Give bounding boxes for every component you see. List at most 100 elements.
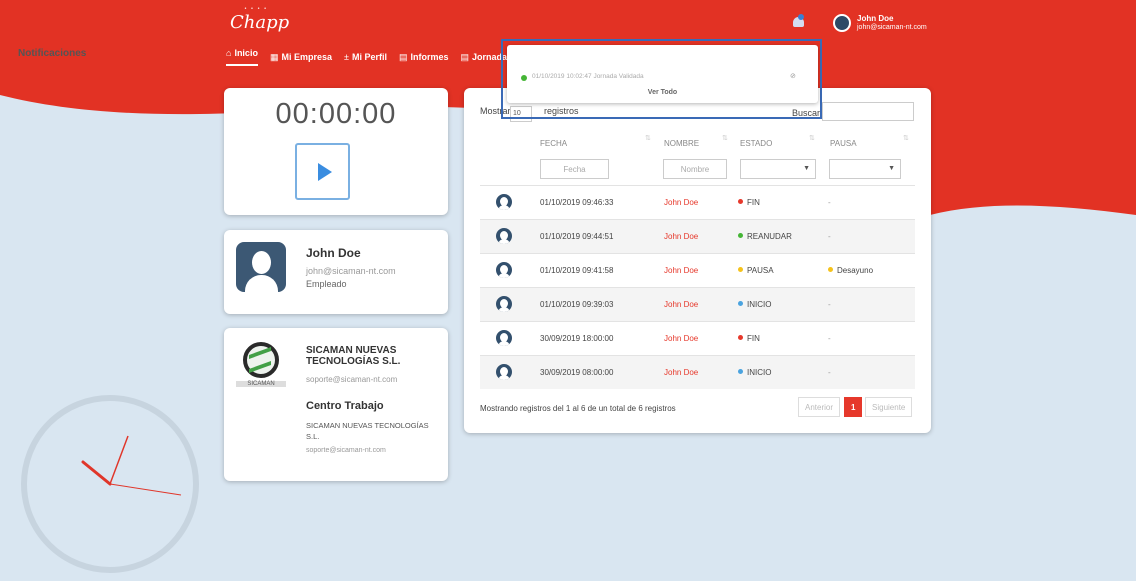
table-row[interactable]: 30/09/2019 18:00:00 John Doe FIN - — [480, 321, 915, 355]
building-icon: ▦ — [269, 51, 279, 62]
company-logo-text: SICAMAN — [236, 381, 286, 387]
status-text: INICIO — [747, 368, 772, 377]
cell-fecha: 30/09/2019 08:00:00 — [540, 368, 614, 377]
row-avatar — [496, 364, 512, 380]
cell-nombre: John Doe — [664, 266, 699, 275]
cell-estado: REANUDAR — [738, 232, 792, 241]
status-text: FIN — [747, 198, 760, 207]
status-dot — [738, 267, 743, 272]
sort-icon[interactable]: ⇅ — [809, 134, 815, 142]
app-logo[interactable]: • • • • Chapp — [230, 6, 290, 33]
work-center-name: SICAMAN NUEVAS TECNOLOGÍAS S.L. — [306, 421, 429, 441]
cell-pausa: Desayuno — [828, 266, 873, 275]
pausa-filter-select[interactable]: ▼ — [829, 159, 901, 179]
pause-dot — [828, 267, 833, 272]
nombre-filter-input[interactable]: Nombre — [663, 159, 727, 179]
cell-fecha: 30/09/2019 18:00:00 — [540, 334, 614, 343]
estado-filter-select[interactable]: ▼ — [740, 159, 816, 179]
cell-pausa: - — [828, 198, 831, 207]
timer-card: 00:00:00 — [224, 88, 448, 215]
fecha-filter-input[interactable]: Fecha — [540, 159, 609, 179]
work-center-email: soporte@sicaman-nt.com — [306, 447, 386, 454]
cell-fecha: 01/10/2019 09:41:58 — [540, 266, 614, 275]
cell-nombre: John Doe — [664, 198, 699, 207]
col-header-pausa[interactable]: PAUSA — [830, 139, 857, 148]
table-row[interactable]: 01/10/2019 09:39:03 John Doe INICIO - — [480, 287, 915, 321]
sort-icon[interactable]: ⇅ — [645, 134, 651, 142]
nav-label: Inicio — [234, 48, 258, 58]
pagination-info: Mostrando registros del 1 al 6 de un tot… — [480, 404, 676, 413]
status-dot — [521, 75, 527, 81]
table-row[interactable]: 01/10/2019 09:41:58 John Doe PAUSA Desay… — [480, 253, 915, 287]
view-all-link[interactable]: Ver Todo — [507, 89, 818, 96]
work-center-heading: Centro Trabajo — [306, 400, 384, 412]
user-icon: ± — [344, 52, 349, 62]
user-name: John Doe — [306, 246, 361, 260]
page-1-button[interactable]: 1 — [844, 397, 863, 417]
nav-inicio[interactable]: ⌂ Inicio — [226, 48, 258, 66]
row-avatar — [496, 330, 512, 346]
cell-estado: FIN — [738, 198, 760, 207]
nav-mi-perfil[interactable]: ± Mi Perfil — [344, 48, 387, 66]
sort-icon[interactable]: ⇅ — [722, 134, 728, 142]
cell-pausa: - — [828, 368, 831, 377]
user-avatar — [236, 242, 286, 292]
clock-hour-hand — [81, 460, 112, 486]
cell-fecha: 01/10/2019 09:39:03 — [540, 300, 614, 309]
company-name: SICAMAN NUEVAS TECNOLOGÍAS S.L. — [306, 345, 401, 367]
table-row[interactable]: 01/10/2019 09:44:51 John Doe REANUDAR - — [480, 219, 915, 253]
prev-page-button[interactable]: Anterior — [798, 397, 841, 417]
status-dot — [738, 335, 743, 340]
status-text: REANUDAR — [747, 232, 792, 241]
header-user-menu[interactable]: John Doe john@sicaman-nt.com — [833, 14, 927, 32]
play-button[interactable] — [295, 143, 350, 200]
pause-text: - — [828, 232, 831, 241]
table-row[interactable]: 01/10/2019 09:46:33 John Doe FIN - — [480, 185, 915, 219]
logo-text: Chapp — [230, 12, 290, 33]
col-header-fecha[interactable]: FECHA — [540, 139, 567, 148]
row-avatar — [496, 194, 512, 210]
company-logo: SICAMAN — [236, 342, 286, 392]
cell-estado: INICIO — [738, 300, 771, 309]
notifications-bell-icon[interactable] — [792, 14, 806, 29]
notification-item[interactable]: 01/10/2019 10:02:47 Jornada Validada ⊘ — [515, 70, 812, 86]
cell-nombre: John Doe — [664, 368, 699, 377]
next-page-button[interactable]: Siguiente — [865, 397, 913, 417]
cell-fecha: 01/10/2019 09:44:51 — [540, 232, 614, 241]
nav-informes[interactable]: ▤ Informes — [399, 48, 449, 66]
cell-estado: FIN — [738, 334, 760, 343]
notifications-panel: 01/10/2019 10:02:47 Jornada Validada ⊘ V… — [507, 45, 818, 103]
sort-icon[interactable]: ⇅ — [903, 134, 909, 142]
row-avatar — [496, 228, 512, 244]
cell-pausa: - — [828, 232, 831, 241]
eye-off-icon[interactable]: ⊘ — [790, 72, 796, 80]
cell-estado: INICIO — [738, 368, 771, 377]
status-dot — [738, 233, 743, 238]
records-table-card: Mostrar 10 registros Buscar: FECHA ⇅ NOM… — [464, 88, 931, 433]
cell-nombre: John Doe — [664, 334, 699, 343]
table-row[interactable]: 30/09/2019 08:00:00 John Doe INICIO - — [480, 355, 915, 389]
avatar — [833, 14, 851, 32]
status-text: INICIO — [747, 300, 772, 309]
pause-text: Desayuno — [837, 266, 874, 275]
cell-pausa: - — [828, 334, 831, 343]
nav-mi-empresa[interactable]: ▦ Mi Empresa — [270, 48, 332, 66]
pause-text: - — [828, 198, 831, 207]
status-text: PAUSA — [747, 266, 774, 275]
status-dot — [738, 301, 743, 306]
cell-pausa: - — [828, 300, 831, 309]
clock-second-hand — [109, 483, 182, 496]
row-avatar — [496, 296, 512, 312]
notifications-dropdown: 01/10/2019 10:02:47 Jornada Validada ⊘ V… — [501, 39, 822, 119]
cell-nombre: John Doe — [664, 300, 699, 309]
pause-text: - — [828, 300, 831, 309]
pause-text: - — [828, 334, 831, 343]
col-header-nombre[interactable]: NOMBRE — [664, 139, 699, 148]
pause-text: - — [828, 368, 831, 377]
search-input[interactable] — [822, 102, 914, 121]
notification-text: 01/10/2019 10:02:47 Jornada Validada — [532, 73, 644, 80]
chevron-down-icon: ▼ — [803, 165, 810, 172]
user-email: john@sicaman-nt.com — [306, 266, 396, 276]
status-dot — [738, 199, 743, 204]
col-header-estado[interactable]: ESTADO — [740, 139, 772, 148]
